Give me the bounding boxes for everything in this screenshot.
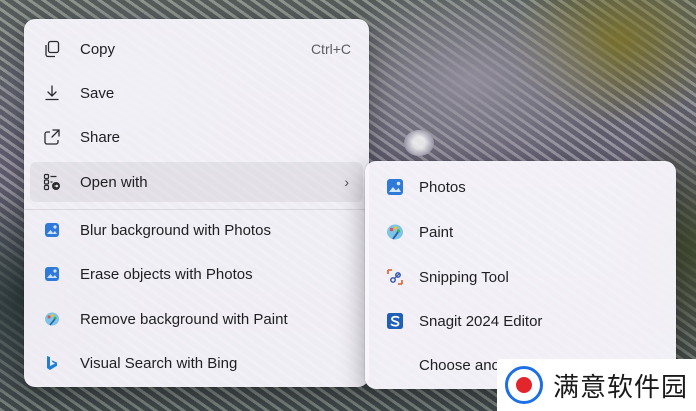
submenu-item-snagit[interactable]: Snagit 2024 Editor [371,301,670,341]
menu-item-label: Blur background with Photos [80,221,271,239]
submenu-item-paint[interactable]: Paint [371,212,670,252]
menu-item-label: Open with [80,173,148,191]
menu-item-erase-objects[interactable]: Erase objects with Photos [30,254,363,294]
open-with-submenu: Photos Paint Snipping Tool Snagit 2024 E… [365,161,676,389]
snipping-tool-icon [385,267,405,287]
paint-icon [42,309,62,329]
photos-icon [42,264,62,284]
menu-item-remove-background[interactable]: Remove background with Paint [30,299,363,339]
submenu-item-photos[interactable]: Photos [371,167,670,207]
menu-item-label: Copy [80,40,116,58]
paint-app-icon [385,222,405,242]
site-watermark: 满意软件园 [497,359,696,411]
photos-app-icon [385,177,405,197]
snagit-icon [385,311,405,331]
cuttlefish-eye [404,130,434,156]
submenu-item-snipping-tool[interactable]: Snipping Tool [371,257,670,297]
copy-icon [42,39,62,59]
menu-item-share[interactable]: Share [30,117,363,157]
share-icon [42,127,62,147]
menu-item-save[interactable]: Save [30,73,363,113]
blank-icon-slot [385,355,405,375]
submenu-item-label: Snipping Tool [419,268,509,286]
menu-item-label: Visual Search with Bing [80,354,238,372]
menu-item-visual-search[interactable]: Visual Search with Bing [30,343,363,383]
menu-item-label: Erase objects with Photos [80,265,253,283]
watermark-logo [505,366,543,404]
download-icon [42,83,62,103]
chevron-right-icon: › [344,174,349,190]
menu-item-label: Save [80,84,115,102]
bing-icon [42,353,62,373]
menu-item-label: Share [80,128,121,146]
watermark-text: 满意软件园 [553,372,689,403]
open-with-icon [42,172,62,192]
context-menu: Copy Ctrl+C Save Share Open with › Blur … [24,19,369,387]
photos-icon [42,220,62,240]
submenu-item-label: Snagit 2024 Editor [419,312,543,330]
menu-item-copy[interactable]: Copy Ctrl+C [30,29,363,69]
submenu-item-label: Photos [419,178,466,196]
menu-item-blur-background[interactable]: Blur background with Photos [30,210,363,250]
keyboard-shortcut: Ctrl+C [310,41,351,57]
submenu-item-label: Paint [419,223,454,241]
menu-item-open-with[interactable]: Open with › [30,162,363,202]
menu-item-label: Remove background with Paint [80,310,288,328]
